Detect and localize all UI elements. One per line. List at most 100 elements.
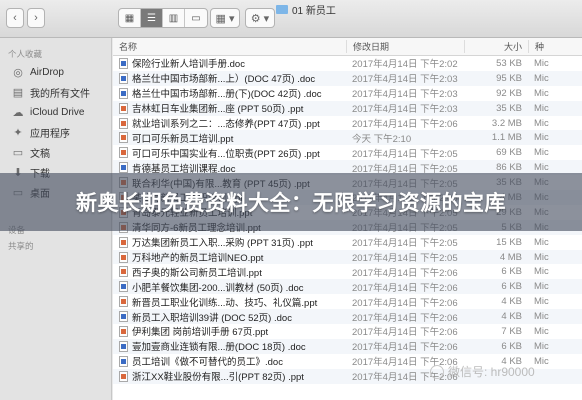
file-kind: Mic	[534, 296, 549, 308]
column-header-kind[interactable]: 种	[528, 40, 582, 53]
file-row[interactable]: 保险行业新人培训手册.doc 2017年4月14日 下午2:02 53 KB Mic	[113, 56, 582, 71]
file-size: 6 KB	[501, 266, 522, 278]
file-row[interactable]: 西子奥的斯公司新员工培训.ppt 2017年4月14日 下午2:06 6 KB Mic	[113, 264, 582, 279]
ppt-file-icon	[119, 251, 128, 263]
file-kind: Mic	[534, 57, 549, 69]
file-date: 今天 下午2:10	[352, 133, 412, 145]
column-view-icon[interactable]: ▥	[163, 9, 185, 27]
file-date: 2017年4月14日 下午2:06	[352, 327, 458, 339]
file-row[interactable]: 可口可乐新员工培训.ppt 今天 下午2:10 1.1 MB Mic	[113, 130, 582, 146]
file-name: 吉林虹日车业集团新...座 (PPT 50页) .ppt	[132, 104, 304, 116]
file-row[interactable]: 吉林虹日车业集团新...座 (PPT 50页) .ppt 2017年4月14日 下…	[113, 100, 582, 116]
window-title: 01 新员工	[276, 2, 336, 17]
file-size: 69 KB	[496, 147, 522, 159]
file-row[interactable]: 伊利集团 岗前培训手册 67页.ppt 2017年4月14日 下午2:06 7 KB…	[113, 324, 582, 339]
file-date: 2017年4月14日 下午2:05	[352, 148, 458, 160]
file-name: 格兰仕中国市场部新...册(下)(DOC 42页) .doc	[132, 89, 322, 101]
file-name: 保险行业新人培训手册.doc	[132, 59, 245, 71]
file-date: 2017年4月14日 下午2:06	[352, 297, 458, 309]
file-row[interactable]: 新晋员工职业化训练...动、技巧、礼仪篇.ppt 2017年4月14日 下午2:0…	[113, 294, 582, 309]
ppt-file-icon	[119, 102, 128, 114]
file-name-cell: 伊利集团 岗前培训手册 67页.ppt	[113, 324, 346, 338]
file-row[interactable]: 壹加壹商业连锁有限...册(DOC 18页) .doc 2017年4月14日 下午…	[113, 338, 582, 354]
column-header-size[interactable]: 大小	[464, 40, 528, 53]
file-name-cell: 浙江XX鞋业股份有限...引(PPT 82页) .ppt	[113, 369, 346, 383]
ppt-file-icon	[119, 147, 128, 159]
sidebar-item[interactable]: ▤ 我的所有文件	[0, 82, 111, 102]
doc-file-icon	[119, 340, 128, 352]
file-row[interactable]: 小肥羊餐饮集团-200...训教材 (50页) .doc 2017年4月14日 下…	[113, 279, 582, 295]
sidebar-item[interactable]: ✦ 应用程序	[0, 122, 111, 142]
ppt-file-icon	[119, 132, 128, 144]
file-name-cell: 可口可乐新员工培训.ppt	[113, 131, 346, 145]
arrange-button[interactable]: ▦ ▾	[210, 8, 240, 28]
sidebar-item[interactable]: ◎ AirDrop	[0, 62, 111, 82]
file-name: 新员工入职培训39讲 (DOC 52页) .doc	[132, 312, 292, 324]
file-kind: Mic	[534, 87, 549, 99]
file-name-cell: 可口可乐中国实业有...位职责(PPT 26页) .ppt	[113, 146, 346, 160]
watermark-text: 微信号: hr90000	[448, 365, 535, 379]
file-size: 1.1 MB	[491, 132, 522, 144]
file-date: 2017年4月14日 下午2:06	[352, 312, 458, 324]
file-name: 壹加壹商业连锁有限...册(DOC 18页) .doc	[132, 342, 306, 354]
file-name: 就业培训系列之二：...态修养(PPT 47页) .ppt	[132, 119, 320, 130]
ppt-file-icon	[119, 266, 128, 278]
file-kind: Mic	[534, 251, 549, 263]
action-button[interactable]: ⚙ ▾	[245, 8, 275, 28]
sidebar-item[interactable]: ▭ 文稿	[0, 142, 111, 162]
file-date: 2017年4月14日 下午2:06	[352, 267, 458, 279]
doc-file-icon	[119, 87, 128, 99]
favorites-header: 个人收藏	[8, 49, 43, 59]
sidebar-item[interactable]: ☁ iCloud Drive	[0, 102, 111, 122]
doc-file-icon	[119, 57, 128, 69]
sidebar-item-label: 应用程序	[30, 128, 70, 140]
list-header: 名称 修改日期 大小 种	[113, 38, 582, 56]
file-name: 浙江XX鞋业股份有限...引(PPT 82页) .ppt	[132, 372, 304, 384]
column-header-date[interactable]: 修改日期	[346, 40, 464, 53]
file-row[interactable]: 万达集团新员工入职...采购 (PPT 31页) .ppt 2017年4月14日 …	[113, 235, 582, 250]
file-name-cell: 员工培训《做不可替代的员工》.doc	[113, 354, 346, 368]
file-size: 7 KB	[501, 325, 522, 337]
file-size: 3.2 MB	[491, 117, 522, 129]
column-header-name[interactable]: 名称	[113, 40, 346, 53]
file-date: 2017年4月14日 下午2:06	[352, 119, 458, 130]
icon-view-icon[interactable]: ▦	[119, 9, 141, 27]
file-name-cell: 格兰仕中国市场部新...册(下)(DOC 42页) .doc	[113, 86, 346, 100]
file-row[interactable]: 就业培训系列之二：...态修养(PPT 47页) .ppt 2017年4月14日 …	[113, 116, 582, 131]
back-button[interactable]: ‹	[6, 8, 24, 28]
window-title-text: 01 新员工	[292, 6, 336, 17]
ppt-file-icon	[119, 325, 128, 337]
file-kind: Mic	[534, 266, 549, 278]
forward-button[interactable]: ›	[27, 8, 45, 28]
sidebar-item-label: iCloud Drive	[30, 106, 85, 118]
file-name-cell: 小肥羊餐饮集团-200...训教材 (50页) .doc	[113, 280, 346, 294]
file-row[interactable]: 可口可乐中国实业有...位职责(PPT 26页) .ppt 2017年4月14日 …	[113, 145, 582, 160]
watermark: 微信号: hr90000	[430, 363, 535, 380]
file-row[interactable]: 新员工入职培训39讲 (DOC 52页) .doc 2017年4月14日 下午2:…	[113, 309, 582, 325]
gallery-view-icon[interactable]: ▭	[185, 9, 207, 27]
file-row[interactable]: 格兰仕中国市场部新...上）(DOC 47页) .doc 2017年4月14日 下…	[113, 70, 582, 86]
file-name: 小肥羊餐饮集团-200...训教材 (50页) .doc	[132, 282, 304, 294]
sidebar-item-label: 我的所有文件	[30, 88, 90, 100]
file-name: 员工培训《做不可替代的员工》.doc	[132, 357, 283, 369]
doc-file-icon	[119, 162, 128, 174]
file-size: 15 KB	[496, 236, 522, 248]
file-kind: Mic	[534, 281, 549, 293]
file-row[interactable]: 万科地产的新员工培训NEO.ppt 2017年4月14日 下午2:05 4 MB Mi…	[113, 249, 582, 265]
finder-toolbar: ‹ › ▦ ☰ ▥ ▭ ▦ ▾ ⚙ ▾ 01 新员工	[0, 0, 582, 38]
file-date: 2017年4月14日 下午2:02	[352, 59, 458, 71]
file-kind: Mic	[534, 311, 549, 323]
cloud-icon: ☁	[12, 106, 24, 119]
list-view-icon[interactable]: ☰	[141, 9, 163, 27]
promo-banner: 新奥长期免费资料大全：无限学习资源的宝库	[0, 173, 582, 231]
file-kind: Mic	[534, 102, 549, 114]
file-name-cell: 壹加壹商业连锁有限...册(DOC 18页) .doc	[113, 339, 346, 353]
file-kind: Mic	[534, 72, 549, 84]
file-date: 2017年4月14日 下午2:06	[352, 282, 458, 294]
airdrop-icon: ◎	[13, 66, 23, 79]
file-size: 53 KB	[496, 57, 522, 69]
file-name: 新晋员工职业化训练...动、技巧、礼仪篇.ppt	[132, 297, 318, 309]
file-name-cell: 西子奥的斯公司新员工培训.ppt	[113, 265, 346, 279]
file-row[interactable]: 格兰仕中国市场部新...册(下)(DOC 42页) .doc 2017年4月14日…	[113, 86, 582, 101]
sidebar-item-label: 文稿	[30, 148, 50, 160]
